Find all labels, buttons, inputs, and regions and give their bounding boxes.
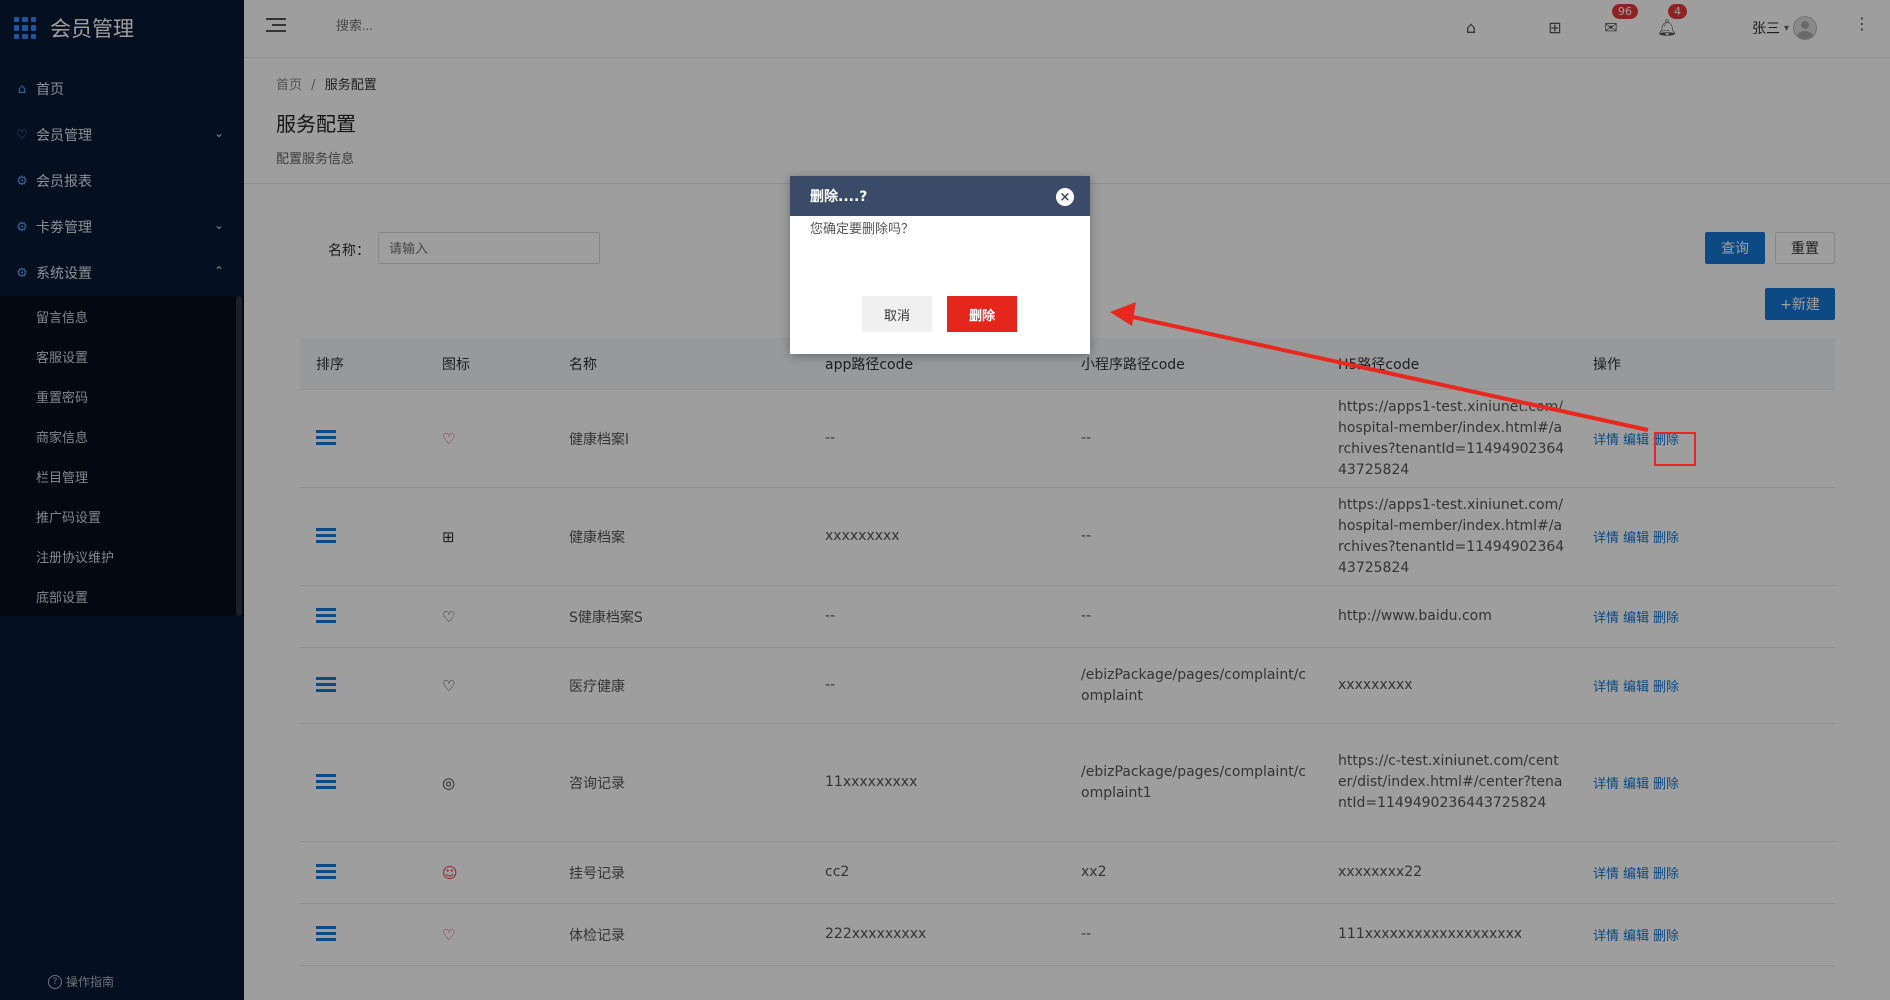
annotation-arrow (1110, 302, 1649, 432)
